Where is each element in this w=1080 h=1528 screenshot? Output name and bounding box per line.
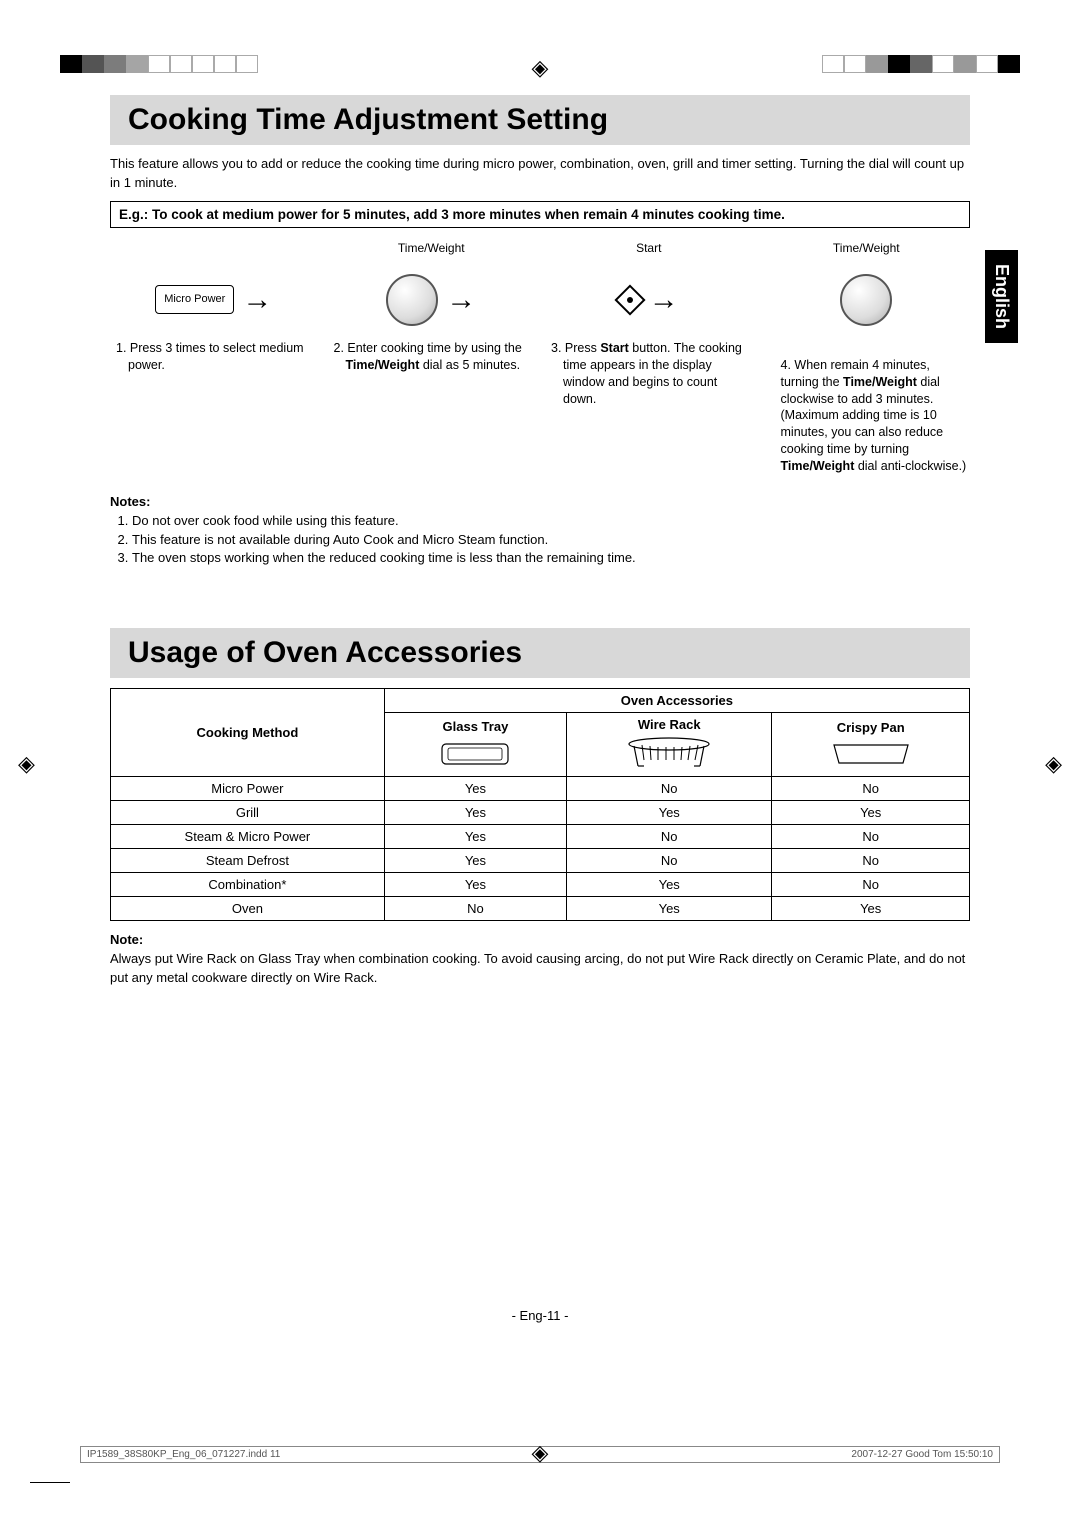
method-cell: Grill bbox=[111, 801, 385, 825]
value-cell: No bbox=[772, 777, 970, 801]
step4-text: 4. When remain 4 minutes, turning the Ti… bbox=[775, 340, 971, 475]
value-cell: Yes bbox=[384, 825, 566, 849]
step1-caption bbox=[110, 240, 318, 256]
arrow-icon: → bbox=[446, 280, 476, 321]
value-cell: No bbox=[772, 873, 970, 897]
step-4: Time/Weight 4. When remain 4 minutes, tu… bbox=[763, 240, 971, 475]
page-number: - Eng-11 - bbox=[0, 1308, 1080, 1323]
value-cell: Yes bbox=[567, 873, 772, 897]
method-cell: Oven bbox=[111, 897, 385, 921]
section2-note: Note: Always put Wire Rack on Glass Tray… bbox=[110, 931, 970, 988]
table-row: Micro PowerYesNoNo bbox=[111, 777, 970, 801]
language-tab: English bbox=[985, 250, 1018, 343]
note2-title: Note: bbox=[110, 932, 143, 947]
value-cell: Yes bbox=[384, 777, 566, 801]
value-cell: Yes bbox=[567, 897, 772, 921]
step2-suf: dial as 5 minutes. bbox=[419, 358, 520, 372]
value-cell: Yes bbox=[772, 801, 970, 825]
arrow-icon: → bbox=[242, 280, 272, 321]
step4-bold1: Time/Weight bbox=[843, 375, 917, 389]
notes-list: Do not over cook food while using this f… bbox=[132, 512, 970, 569]
th-crispy-pan: Crispy Pan bbox=[772, 713, 970, 777]
th-oven-accessories: Oven Accessories bbox=[384, 689, 969, 713]
section1-notes: Notes: Do not over cook food while using… bbox=[110, 493, 970, 568]
method-cell: Steam Defrost bbox=[111, 849, 385, 873]
table-row: OvenNoYesYes bbox=[111, 897, 970, 921]
step4-bold2: Time/Weight bbox=[781, 459, 855, 473]
start-button-icon bbox=[619, 289, 641, 311]
step-2: Time/Weight → 2. Enter cooking time by u… bbox=[328, 240, 536, 475]
value-cell: No bbox=[567, 849, 772, 873]
value-cell: No bbox=[567, 825, 772, 849]
step2-text: 2. Enter cooking time by using the Time/… bbox=[340, 340, 536, 374]
method-cell: Combination* bbox=[111, 873, 385, 897]
color-swatches-left bbox=[60, 55, 258, 73]
print-timestamp: 2007-12-27 Good Tom 15:50:10 bbox=[851, 1449, 993, 1460]
method-cell: Micro Power bbox=[111, 777, 385, 801]
value-cell: Yes bbox=[384, 801, 566, 825]
value-cell: No bbox=[384, 897, 566, 921]
value-cell: Yes bbox=[772, 897, 970, 921]
th-wire-rack: Wire Rack bbox=[567, 713, 772, 777]
time-weight-dial-icon bbox=[386, 274, 438, 326]
step-3: Start → 3. Press Start button. The cooki… bbox=[545, 240, 753, 475]
step3-bold: Start bbox=[600, 341, 628, 355]
steps-row: Micro Power → 1. Press 3 times to select… bbox=[110, 240, 970, 475]
registration-mark-right: ◈ bbox=[1045, 751, 1062, 777]
table-row: Combination*YesYesNo bbox=[111, 873, 970, 897]
accessories-table: Cooking Method Oven Accessories Glass Tr… bbox=[110, 688, 970, 921]
registration-mark-top: ◈ bbox=[532, 55, 549, 81]
value-cell: No bbox=[567, 777, 772, 801]
glass-tray-icon bbox=[436, 738, 514, 770]
step3-caption: Start bbox=[545, 240, 753, 256]
step2-caption: Time/Weight bbox=[328, 240, 536, 256]
section2-title: Usage of Oven Accessories bbox=[110, 628, 970, 678]
value-cell: Yes bbox=[384, 849, 566, 873]
table-row: GrillYesYesYes bbox=[111, 801, 970, 825]
note-2: This feature is not available during Aut… bbox=[132, 531, 970, 550]
registration-mark-bottom: ◈ bbox=[532, 1440, 549, 1466]
th-crispy-pan-label: Crispy Pan bbox=[837, 720, 905, 735]
th-cooking-method: Cooking Method bbox=[111, 689, 385, 777]
note-1: Do not over cook food while using this f… bbox=[132, 512, 970, 531]
step4-suf: dial anti-clockwise.) bbox=[854, 459, 966, 473]
step4-caption: Time/Weight bbox=[763, 240, 971, 256]
example-bar: E.g.: To cook at medium power for 5 minu… bbox=[110, 201, 970, 228]
th-wire-rack-label: Wire Rack bbox=[638, 717, 701, 732]
arrow-icon: → bbox=[649, 280, 679, 321]
crop-line-bottom bbox=[30, 1482, 70, 1483]
registration-mark-left: ◈ bbox=[18, 751, 35, 777]
value-cell: Yes bbox=[567, 801, 772, 825]
print-file: IP1589_38S80KP_Eng_06_071227.indd 11 bbox=[87, 1449, 280, 1460]
wire-rack-icon bbox=[624, 736, 714, 772]
step3-pre: 3. Press bbox=[551, 341, 600, 355]
table-row: Steam DefrostYesNoNo bbox=[111, 849, 970, 873]
step2-pre: 2. Enter cooking time by using the bbox=[334, 341, 522, 355]
page-content: English Cooking Time Adjustment Setting … bbox=[110, 95, 970, 1368]
micro-power-button-icon: Micro Power bbox=[155, 285, 234, 314]
th-glass-tray-label: Glass Tray bbox=[443, 719, 509, 734]
time-weight-dial-icon bbox=[840, 274, 892, 326]
note-3: The oven stops working when the reduced … bbox=[132, 549, 970, 568]
method-cell: Steam & Micro Power bbox=[111, 825, 385, 849]
color-swatches-right bbox=[822, 55, 1020, 73]
table-row: Steam & Micro PowerYesNoNo bbox=[111, 825, 970, 849]
section1-title: Cooking Time Adjustment Setting bbox=[110, 95, 970, 145]
step1-text: 1. Press 3 times to select medium power. bbox=[122, 340, 318, 374]
step3-text: 3. Press Start button. The cooking time … bbox=[557, 340, 753, 408]
step-1: Micro Power → 1. Press 3 times to select… bbox=[110, 240, 318, 475]
crop-marks: ◈ bbox=[0, 55, 1080, 85]
value-cell: No bbox=[772, 849, 970, 873]
th-glass-tray: Glass Tray bbox=[384, 713, 566, 777]
note2-text: Always put Wire Rack on Glass Tray when … bbox=[110, 951, 965, 985]
crispy-pan-icon bbox=[828, 739, 914, 769]
value-cell: Yes bbox=[384, 873, 566, 897]
value-cell: No bbox=[772, 825, 970, 849]
section1-intro: This feature allows you to add or reduce… bbox=[110, 155, 970, 193]
step2-bold: Time/Weight bbox=[346, 358, 420, 372]
notes-title: Notes: bbox=[110, 493, 970, 512]
